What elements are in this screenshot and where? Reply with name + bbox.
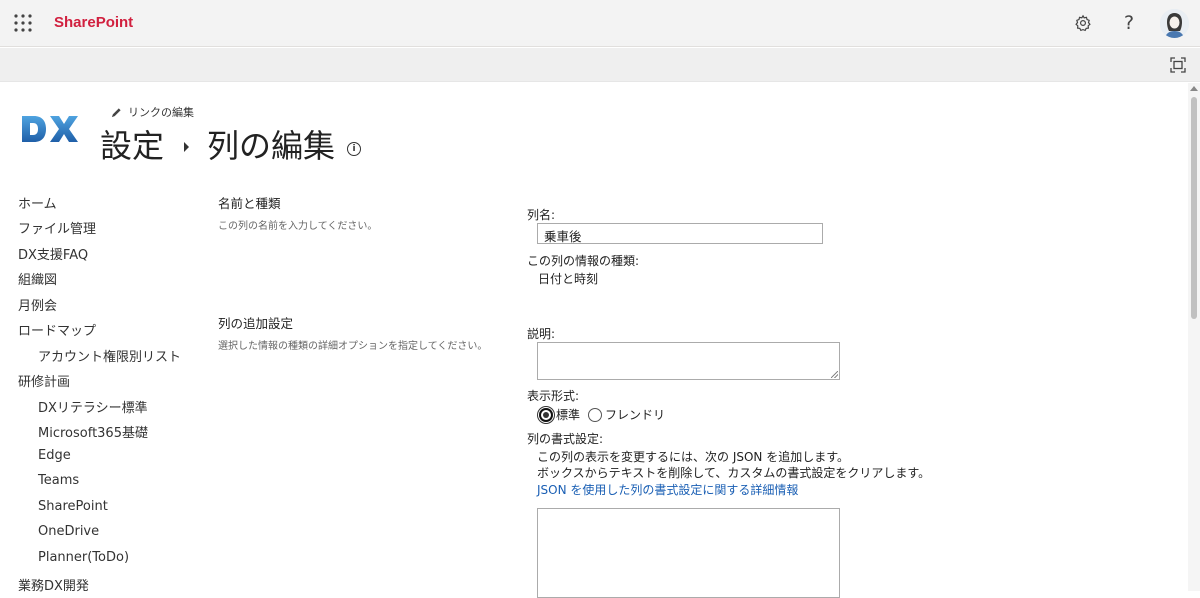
column-formatting-label: 列の書式設定: (527, 432, 604, 446)
app-launcher-icon[interactable] (12, 12, 34, 34)
avatar[interactable] (1160, 9, 1189, 38)
display-format-label: 表示形式: (527, 389, 580, 403)
nav-item-edge[interactable]: Edge (38, 448, 71, 463)
edit-links-button[interactable]: リンクの編集 (111, 104, 194, 120)
page-title: 設定 列の編集 i (100, 121, 362, 167)
radio-friendly-label[interactable]: フレンドリ (605, 406, 665, 423)
scroll-thumb[interactable] (1191, 97, 1197, 319)
breadcrumb-root-link[interactable]: 設定 (100, 121, 164, 167)
info-icon[interactable]: i (347, 142, 362, 156)
nav-item-file-mgmt[interactable]: ファイル管理 (18, 218, 96, 237)
nav-item-home[interactable]: ホーム (18, 193, 57, 212)
nav-item-planner[interactable]: Planner(ToDo) (38, 550, 129, 565)
nav-item-roadmap[interactable]: ロードマップ (18, 320, 96, 339)
column-name-label: 列名: (527, 208, 556, 222)
section-title-name-type: 名前と種類 (218, 196, 281, 211)
suite-bar: SharePoint ? (0, 0, 1200, 47)
json-formatting-help-link[interactable]: JSON を使用した列の書式設定に関する詳細情報 (537, 481, 798, 498)
edit-links-label: リンクの編集 (128, 106, 194, 119)
nav-item-sharepoint[interactable]: SharePoint (38, 499, 108, 514)
scroll-up-arrow-icon[interactable] (1190, 86, 1198, 91)
nav-item-biz-dx[interactable]: 業務DX開発 (18, 575, 89, 594)
site-logo[interactable] (20, 112, 80, 146)
section-desc-additional: 選択した情報の種類の詳細オプションを指定してください。 (218, 341, 488, 352)
display-format-radio-group: 標準 フレンドリ (539, 406, 673, 423)
breadcrumb-current: 列の編集 (207, 127, 336, 165)
section-title-additional: 列の追加設定 (218, 316, 294, 331)
nav-item-org-chart[interactable]: 組織図 (18, 269, 57, 288)
column-name-input[interactable]: 乗車後 (537, 223, 823, 244)
radio-friendly[interactable] (588, 407, 603, 422)
command-bar (0, 48, 1200, 82)
radio-standard-label[interactable]: 標準 (556, 406, 580, 423)
breadcrumb-separator-icon (184, 142, 190, 152)
info-type-value: 日付と時刻 (538, 272, 599, 286)
nav-item-account-list[interactable]: アカウント権限別リスト (38, 346, 181, 365)
pencil-icon (111, 107, 121, 117)
json-formatting-textarea[interactable] (537, 508, 840, 598)
nav-item-onedrive[interactable]: OneDrive (38, 524, 99, 539)
description-label: 説明: (527, 327, 556, 341)
help-glyph: ? (1123, 12, 1135, 34)
help-icon[interactable]: ? (1118, 12, 1140, 34)
gear-icon[interactable] (1072, 12, 1094, 34)
nav-item-m365[interactable]: Microsoft365基礎 (38, 422, 148, 441)
page-scrollbar[interactable] (1188, 83, 1200, 591)
json-instruction-line2: ボックスからテキストを削除して、カスタムの書式設定をクリアします。 (537, 466, 931, 480)
nav-item-teams[interactable]: Teams (38, 473, 79, 488)
nav-item-training[interactable]: 研修計画 (18, 371, 70, 390)
nav-item-dx-faq[interactable]: DX支援FAQ (18, 244, 88, 263)
nav-item-dx-literacy[interactable]: DXリテラシー標準 (38, 397, 148, 416)
json-instruction-line1: この列の表示を変更するには、次の JSON を追加します。 (537, 450, 850, 464)
description-textarea[interactable] (537, 342, 840, 380)
radio-standard[interactable] (539, 407, 553, 422)
info-type-label: この列の情報の種類: (527, 254, 640, 268)
brand-link[interactable]: SharePoint (54, 14, 133, 31)
section-desc-name-type: この列の名前を入力してください。 (218, 221, 378, 232)
focus-mode-icon[interactable] (1170, 57, 1186, 73)
nav-item-monthly[interactable]: 月例会 (18, 295, 57, 314)
resize-grip-icon[interactable] (831, 371, 838, 378)
